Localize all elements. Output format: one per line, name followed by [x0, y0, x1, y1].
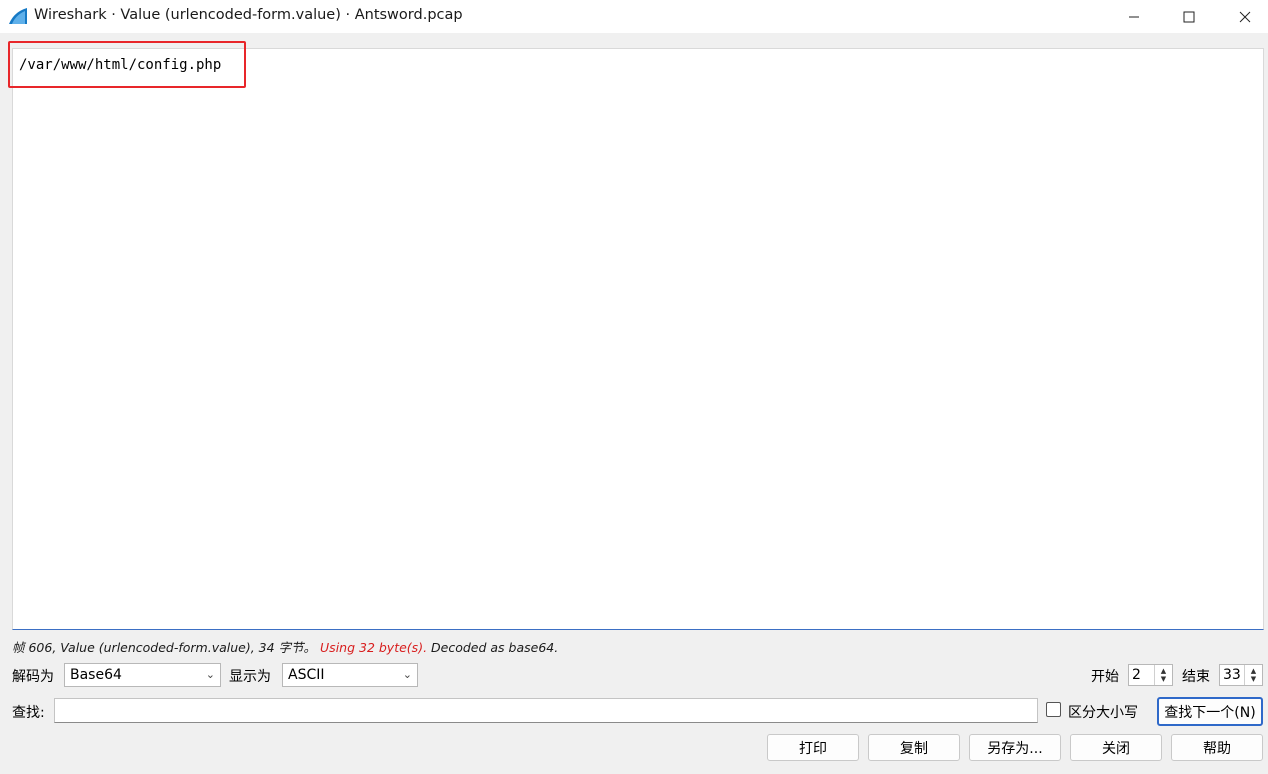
decoded-content-text: /var/www/html/config.php [19, 57, 222, 73]
status-decoded-info: Decoded as base64. [431, 640, 559, 655]
close-window-button[interactable] [1219, 0, 1268, 33]
find-next-button[interactable]: 查找下一个(N) [1157, 697, 1263, 726]
status-frame-info: 帧 606, Value (urlencoded-form.value), 34… [12, 640, 317, 655]
spin-arrows-icon[interactable]: ▲ ▼ [1154, 665, 1172, 685]
decode-as-value: Base64 [70, 667, 122, 683]
maximize-icon [1183, 11, 1195, 22]
minimize-button[interactable] [1108, 0, 1160, 33]
end-label: 结束 [1182, 669, 1210, 685]
window-title: Wireshark · Value (urlencoded-form.value… [34, 7, 463, 23]
maximize-button[interactable] [1163, 0, 1215, 33]
spin-arrows-icon[interactable]: ▲ ▼ [1244, 665, 1262, 685]
close-icon [1239, 11, 1251, 22]
show-as-select[interactable]: ASCII ⌄ [282, 663, 418, 687]
start-label: 开始 [1091, 669, 1119, 685]
help-button[interactable]: 帮助 [1171, 734, 1263, 761]
find-label: 查找: [12, 705, 45, 721]
end-value: 33 [1223, 667, 1241, 683]
decode-as-label: 解码为 [12, 669, 54, 685]
show-as-value: ASCII [288, 667, 325, 683]
close-button[interactable]: 关闭 [1070, 734, 1162, 761]
status-warning: Using 32 byte(s). [320, 640, 428, 655]
case-sensitive-checkbox[interactable] [1046, 702, 1061, 717]
start-spinbox[interactable]: 2 ▲ ▼ [1128, 664, 1173, 686]
show-as-label: 显示为 [229, 669, 271, 685]
wireshark-fin-icon [9, 8, 27, 24]
find-input[interactable] [54, 698, 1038, 723]
save-as-button[interactable]: 另存为... [969, 734, 1061, 761]
title-bar: Wireshark · Value (urlencoded-form.value… [0, 0, 1268, 33]
copy-button[interactable]: 复制 [868, 734, 960, 761]
packet-bytes-text-view[interactable]: /var/www/html/config.php [12, 48, 1264, 630]
print-button[interactable]: 打印 [767, 734, 859, 761]
status-line: 帧 606, Value (urlencoded-form.value), 34… [12, 637, 558, 656]
end-spinbox[interactable]: 33 ▲ ▼ [1219, 664, 1263, 686]
chevron-down-icon: ⌄ [402, 668, 412, 681]
decode-as-select[interactable]: Base64 ⌄ [64, 663, 221, 687]
start-value: 2 [1132, 667, 1141, 683]
minimize-icon [1129, 16, 1139, 17]
case-sensitive-label: 区分大小写 [1068, 705, 1138, 721]
chevron-down-icon: ⌄ [205, 668, 215, 681]
